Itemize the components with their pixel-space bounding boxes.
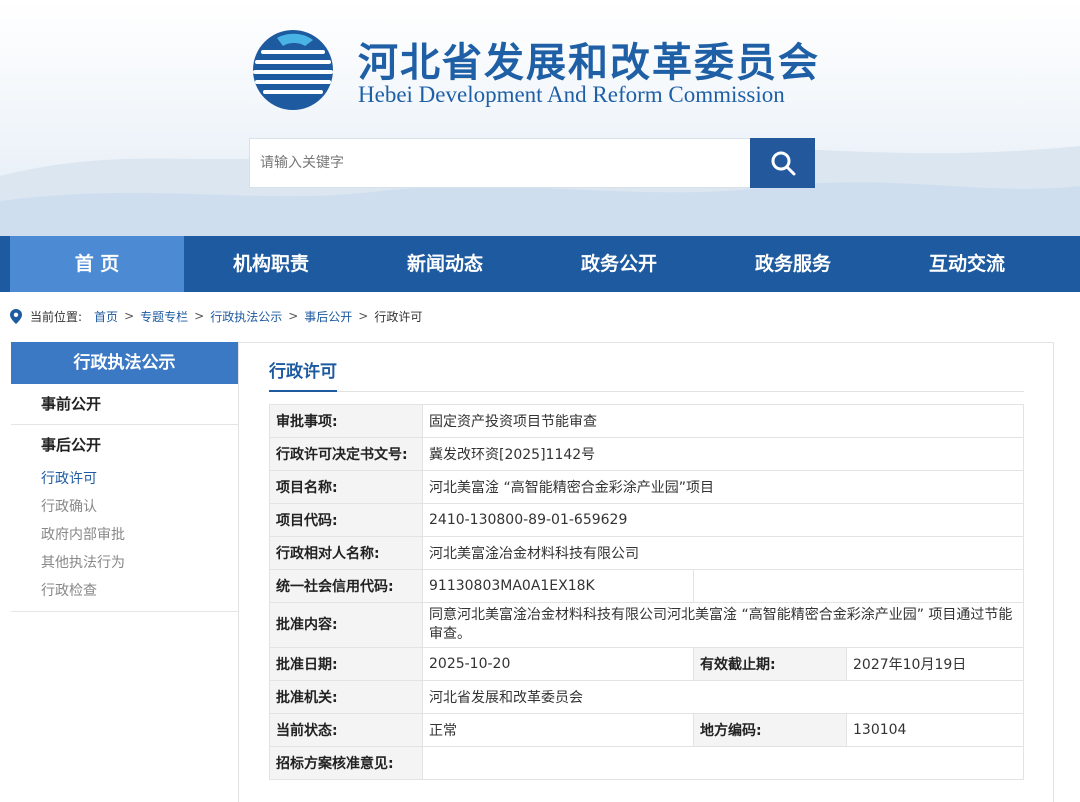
page-title: 行政许可 (269, 357, 337, 392)
site-title-en: Hebei Development And Reform Commission (358, 82, 785, 107)
field-label: 有效截止期: (693, 647, 847, 681)
field-value (422, 746, 1024, 780)
location-pin-icon (10, 308, 22, 324)
field-value: 河北省发展和改革委员会 (422, 680, 1024, 714)
sidebar-title: 行政执法公示 (11, 342, 238, 384)
sidebar-sublist: 行政许可 行政确认 政府内部审批 其他执法行为 行政检查 (11, 465, 238, 612)
table-row: 行政许可决定书文号: 冀发改环资[2025]1142号 (269, 437, 1024, 471)
breadcrumb-link-post-disclosure[interactable]: 事后公开 (304, 308, 352, 325)
field-label: 审批事项: (269, 404, 423, 438)
search-bar (249, 138, 815, 188)
table-row: 行政相对人名称: 河北美富淦冶金材料科技有限公司 (269, 536, 1024, 570)
field-value: 2410-130800-89-01-659629 (422, 503, 1024, 537)
field-value: 正常 (422, 713, 694, 747)
nav-edge (0, 236, 10, 292)
breadcrumb-current: 行政许可 (374, 309, 423, 324)
search-button[interactable] (750, 138, 815, 188)
commission-logo (253, 30, 333, 110)
breadcrumb-link-home[interactable]: 首页 (94, 308, 118, 325)
breadcrumb-separator: > (288, 309, 299, 323)
field-label: 批准内容: (269, 602, 423, 648)
field-value: 固定资产投资项目节能审查 (422, 404, 1024, 438)
sidebar-item-admin-permit[interactable]: 行政许可 (11, 465, 238, 493)
nav-item-gov-affairs[interactable]: 政务公开 (532, 236, 706, 292)
breadcrumb-link-enforcement[interactable]: 行政执法公示 (210, 308, 282, 325)
sidebar-group-pre-disclosure[interactable]: 事前公开 (11, 384, 238, 425)
table-row: 统一社会信用代码: 91130803MA0A1EX18K (269, 569, 1024, 603)
breadcrumb: 当前位置: 首页 > 专题专栏 > 行政执法公示 > 事后公开 > 行政许可 (10, 306, 422, 326)
table-row: 当前状态: 正常 地方编码: 130104 (269, 713, 1024, 747)
nav-item-functions[interactable]: 机构职责 (184, 236, 358, 292)
field-label: 统一社会信用代码: (269, 569, 423, 603)
breadcrumb-separator: > (358, 309, 369, 323)
sidebar-item-internal-approval[interactable]: 政府内部审批 (11, 521, 238, 549)
field-value: 130104 (846, 713, 1024, 747)
field-value: 91130803MA0A1EX18K (422, 569, 694, 603)
field-label: 批准机关: (269, 680, 423, 714)
nav-item-news[interactable]: 新闻动态 (358, 236, 532, 292)
field-value: 2025-10-20 (422, 647, 694, 681)
field-label: 当前状态: (269, 713, 423, 747)
search-icon (771, 151, 795, 176)
sidebar-item-other-actions[interactable]: 其他执法行为 (11, 549, 238, 577)
site-header: 河北省发展和改革委员会 Hebei Development And Reform… (0, 0, 1080, 236)
field-value: 同意河北美富淦冶金材料科技有限公司河北美富淦 “高智能精密合金彩涂产业园” 项目… (422, 602, 1024, 648)
nav-item-services[interactable]: 政务服务 (706, 236, 880, 292)
sidebar-item-admin-confirm[interactable]: 行政确认 (11, 493, 238, 521)
field-label: 行政相对人名称: (269, 536, 423, 570)
main-content: 行政许可 审批事项: 固定资产投资项目节能审查 行政许可决定书文号: 冀发改环资… (238, 342, 1054, 802)
sidebar-group-post-disclosure[interactable]: 事后公开 (11, 425, 238, 465)
search-input[interactable] (250, 139, 750, 187)
nav-item-home[interactable]: 首 页 (10, 236, 184, 292)
breadcrumb-link-topics[interactable]: 专题专栏 (140, 308, 188, 325)
field-value: 河北美富淦冶金材料科技有限公司 (422, 536, 1024, 570)
field-label: 招标方案核准意见: (269, 746, 423, 780)
site-title-cn: 河北省发展和改革委员会 (358, 40, 820, 86)
sidebar: 行政执法公示 事前公开 事后公开 行政许可 行政确认 政府内部审批 其他执法行为… (11, 342, 238, 802)
main-nav: 首 页 机构职责 新闻动态 政务公开 政务服务 互动交流 (0, 236, 1080, 292)
nav-item-interaction[interactable]: 互动交流 (880, 236, 1054, 292)
table-row: 项目代码: 2410-130800-89-01-659629 (269, 503, 1024, 537)
field-label: 项目代码: (269, 503, 423, 537)
field-value: 冀发改环资[2025]1142号 (422, 437, 1024, 471)
breadcrumb-label: 当前位置: (30, 309, 83, 324)
main-title-row: 行政许可 (269, 343, 1024, 392)
table-row: 项目名称: 河北美富淦 “高智能精密合金彩涂产业园”项目 (269, 470, 1024, 504)
breadcrumb-separator: > (194, 309, 205, 323)
field-value: 2027年10月19日 (846, 647, 1024, 681)
breadcrumb-separator: > (124, 309, 135, 323)
table-row: 招标方案核准意见: (269, 746, 1024, 780)
sidebar-item-inspection[interactable]: 行政检查 (11, 577, 238, 605)
table-row: 批准机关: 河北省发展和改革委员会 (269, 680, 1024, 714)
field-label: 批准日期: (269, 647, 423, 681)
field-label: 地方编码: (693, 713, 847, 747)
table-row: 批准内容: 同意河北美富淦冶金材料科技有限公司河北美富淦 “高智能精密合金彩涂产… (269, 602, 1024, 648)
field-label: 行政许可决定书文号: (269, 437, 423, 471)
field-value-empty (693, 569, 1024, 603)
field-label: 项目名称: (269, 470, 423, 504)
table-row: 审批事项: 固定资产投资项目节能审查 (269, 404, 1024, 438)
table-row: 批准日期: 2025-10-20 有效截止期: 2027年10月19日 (269, 647, 1024, 681)
field-value: 河北美富淦 “高智能精密合金彩涂产业园”项目 (422, 470, 1024, 504)
permit-detail-table: 审批事项: 固定资产投资项目节能审查 行政许可决定书文号: 冀发改环资[2025… (269, 404, 1024, 780)
